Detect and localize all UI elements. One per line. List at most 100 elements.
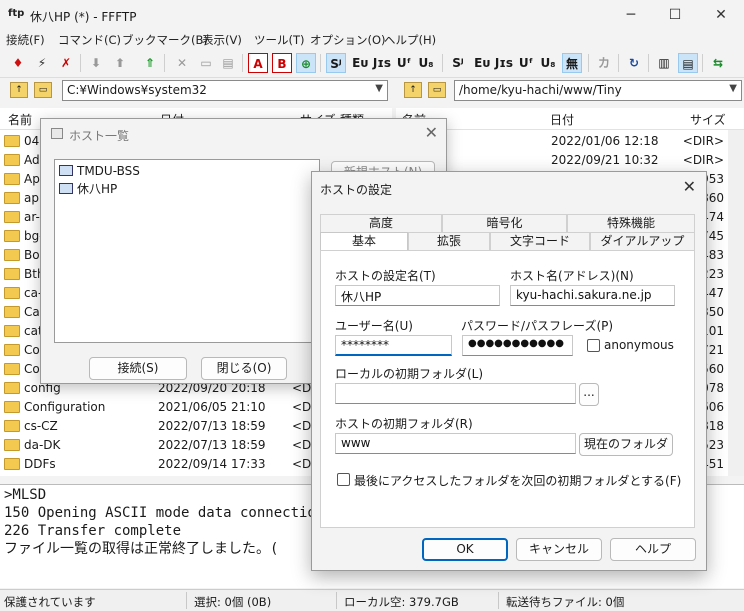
remote-utf8n-icon[interactable]: Uᶠ — [516, 53, 536, 73]
menu-help[interactable]: ヘルプ(H) — [384, 32, 436, 48]
remote-euc-icon[interactable]: Eᴜ — [472, 53, 492, 73]
local-path-text: C:¥Windows¥system32 — [67, 83, 207, 97]
utf8-icon[interactable]: U₈ — [416, 53, 436, 73]
file-date: 2022/09/14 17:33 — [158, 457, 266, 471]
auto-mode-icon[interactable]: ⊕ — [296, 53, 316, 73]
host-item[interactable]: 休八HP — [59, 180, 117, 196]
remote-open-folder-icon[interactable]: ▭ — [428, 82, 446, 98]
mkdir-icon[interactable]: ▤ — [218, 53, 238, 73]
file-name: da-DK — [24, 438, 61, 452]
folder-icon — [4, 230, 20, 242]
menu-connect[interactable]: 接続(F) — [6, 32, 45, 48]
sjis-icon[interactable]: Sᴶ — [326, 53, 346, 73]
tab-dialup[interactable]: ダイアルアップ — [590, 232, 695, 250]
disconnect-icon[interactable]: ✗ — [56, 53, 76, 73]
local-path-input[interactable]: C:¥Windows¥system32 ▼ — [62, 80, 388, 101]
tab-extended[interactable]: 拡張 — [408, 232, 490, 250]
remote-col-date[interactable]: 日付 — [550, 111, 574, 128]
euc-icon[interactable]: Eᴜ — [350, 53, 370, 73]
help-button[interactable]: ヘルプ — [610, 538, 696, 561]
status-local-free: ローカル空: 379.7GB — [344, 595, 459, 609]
status-divider — [336, 592, 337, 609]
chevron-down-icon[interactable]: ▼ — [729, 83, 737, 94]
upload-icon[interactable]: ⬆ — [110, 53, 130, 73]
connect-icon[interactable]: ♦ — [8, 53, 28, 73]
last-folder-checkbox[interactable] — [337, 473, 350, 486]
menu-options[interactable]: オプション(O) — [310, 32, 386, 48]
local-open-folder-icon[interactable]: ▭ — [34, 82, 52, 98]
remote-up-folder-icon[interactable]: ↑ — [404, 82, 422, 98]
user-label: ユーザー名(U) — [335, 319, 413, 333]
tab-encryption[interactable]: 暗号化 — [442, 214, 567, 232]
local-up-folder-icon[interactable]: ↑ — [10, 82, 28, 98]
host-item[interactable]: TMDU-BSS — [59, 164, 140, 180]
user-input[interactable]: ******** — [335, 335, 452, 356]
setting-name-input[interactable]: 休八HP — [335, 285, 500, 306]
host-name-input[interactable]: kyu-hachi.sakura.ne.jp — [510, 285, 675, 306]
folder-icon — [4, 249, 20, 261]
local-col-name[interactable]: 名前 — [8, 111, 32, 128]
folder-icon — [4, 401, 20, 413]
binary-mode-icon[interactable]: B — [272, 53, 292, 73]
menu-bookmark[interactable]: ブックマーク(B) — [122, 32, 208, 48]
remote-utf8-icon[interactable]: U₈ — [538, 53, 558, 73]
toolbar-separator — [242, 54, 243, 72]
setting-name-label: ホストの設定名(T) — [335, 269, 436, 283]
tab-charset[interactable]: 文字コード — [490, 232, 590, 250]
status-queue: 転送待ちファイル: 0個 — [506, 595, 625, 609]
detail-view-icon[interactable]: ▤ — [678, 53, 698, 73]
host-folder-input[interactable]: www — [335, 433, 576, 454]
folder-icon — [4, 211, 20, 223]
tab-special[interactable]: 特殊機能 — [567, 214, 695, 232]
refresh-icon[interactable]: ↻ — [624, 53, 644, 73]
menu-view[interactable]: 表示(V) — [202, 32, 242, 48]
browse-button[interactable]: ... — [579, 383, 599, 406]
mirror-upload-icon[interactable]: ⇑ — [140, 53, 160, 73]
current-folder-button[interactable]: 現在のフォルダ — [579, 433, 673, 456]
close-window-button[interactable]: ✕ — [706, 4, 736, 26]
password-input[interactable]: ●●●●●●●●●●● — [462, 335, 573, 356]
folder-icon — [4, 306, 20, 318]
no-conversion-icon[interactable]: 無 — [562, 53, 582, 73]
rename-icon[interactable]: ▭ — [196, 53, 216, 73]
maximize-button[interactable]: ☐ — [660, 4, 690, 26]
tab-advanced[interactable]: 高度 — [320, 214, 442, 232]
remote-scrollbar[interactable] — [728, 130, 744, 476]
connect-button[interactable]: 接続(S) — [89, 357, 187, 380]
tab-basic[interactable]: 基本 — [320, 232, 408, 252]
kana-icon[interactable]: カ — [594, 53, 614, 73]
ascii-mode-icon[interactable]: A — [248, 53, 268, 73]
window-title: 休八HP (*) - FFFTP — [30, 10, 137, 24]
jis-icon[interactable]: Jɪs — [372, 53, 392, 73]
menu-command[interactable]: コマンド(C) — [58, 32, 121, 48]
close-icon[interactable]: ✕ — [683, 177, 696, 196]
remote-jis-icon[interactable]: Jɪs — [494, 53, 514, 73]
menu-tools[interactable]: ツール(T) — [254, 32, 305, 48]
toolbar-separator — [164, 54, 165, 72]
cancel-button[interactable]: キャンセル — [516, 538, 602, 561]
delete-icon[interactable]: ✕ — [172, 53, 192, 73]
status-divider — [498, 592, 499, 609]
sync-browse-icon[interactable]: ⇆ — [708, 53, 728, 73]
file-date: 2022/07/13 18:59 — [158, 419, 266, 433]
list-view-icon[interactable]: ▥ — [654, 53, 674, 73]
remote-sjis-icon[interactable]: Sᴶ — [448, 53, 468, 73]
minimize-button[interactable]: ─ — [616, 4, 646, 26]
quick-connect-icon[interactable]: ⚡ — [32, 53, 52, 73]
ok-button[interactable]: OK — [422, 538, 508, 561]
close-dialog-button[interactable]: 閉じる(O) — [201, 357, 287, 380]
local-folder-input[interactable] — [335, 383, 576, 404]
host-name-label: ホスト名(アドレス)(N) — [510, 269, 634, 283]
folder-icon — [4, 268, 20, 280]
close-icon[interactable]: ✕ — [425, 123, 438, 142]
host-tree[interactable]: TMDU-BSS 休八HP — [54, 159, 320, 343]
chevron-down-icon[interactable]: ▼ — [375, 83, 383, 94]
remote-col-size[interactable]: サイズ — [690, 111, 726, 128]
tab-row-2: 基本 拡張 文字コード ダイアルアップ — [320, 232, 695, 252]
remote-path-input[interactable]: /home/kyu-hachi/www/Tiny ▼ — [454, 80, 742, 101]
folder-icon — [4, 363, 20, 375]
download-icon[interactable]: ⬇ — [86, 53, 106, 73]
utf8n-icon[interactable]: Uᶠ — [394, 53, 414, 73]
anonymous-checkbox[interactable] — [587, 339, 600, 352]
remote-path-bar: ↑ ▭ /home/kyu-hachi/www/Tiny ▼ — [398, 80, 744, 102]
